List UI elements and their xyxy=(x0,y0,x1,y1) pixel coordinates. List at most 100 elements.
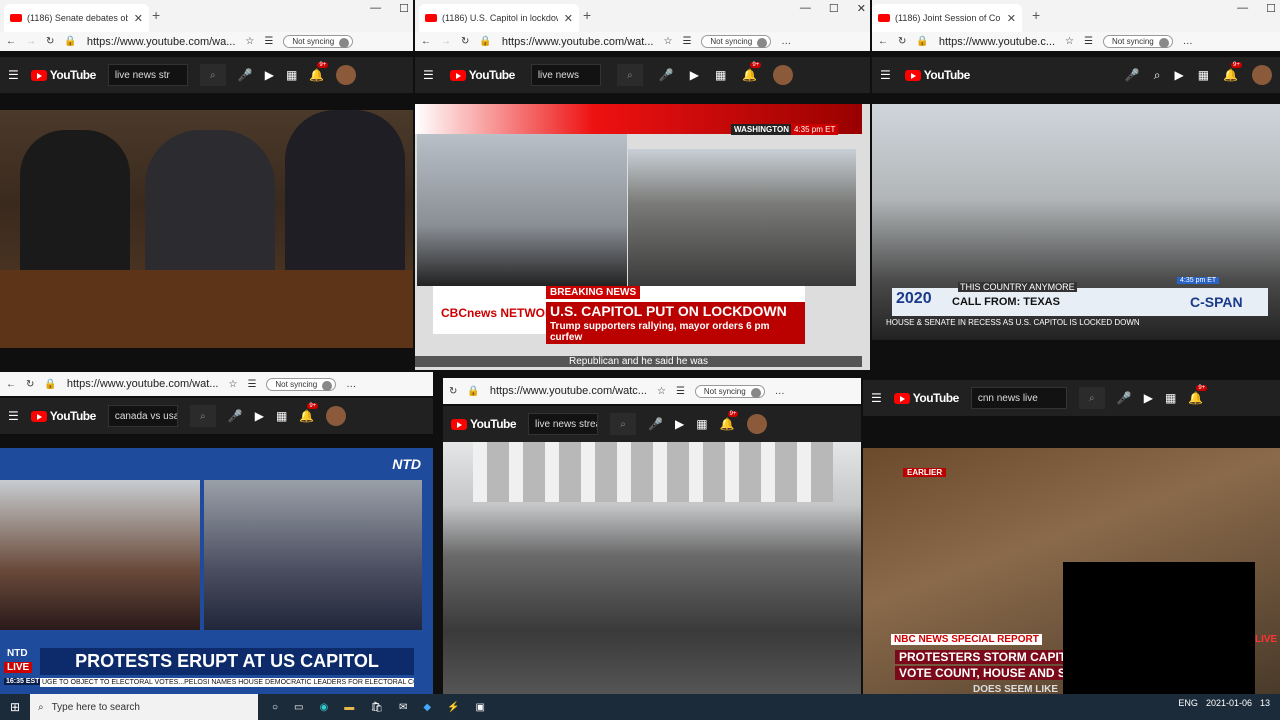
create-video-icon[interactable]: ▶ xyxy=(690,68,699,82)
sync-button[interactable]: Not syncing xyxy=(266,377,337,391)
menu-icon[interactable]: ☰ xyxy=(423,68,434,82)
url-field[interactable]: https://www.youtube.com/wat... xyxy=(67,378,219,390)
menu-icon[interactable]: ☰ xyxy=(8,68,19,82)
notifications-icon[interactable]: 🔔 9+ xyxy=(1223,62,1242,82)
menu-icon[interactable]: ☰ xyxy=(880,68,891,82)
youtube-logo[interactable]: YouTube xyxy=(30,68,96,82)
back-icon[interactable]: ← xyxy=(421,36,431,47)
more-icon[interactable]: … xyxy=(781,36,791,47)
notifications-icon[interactable]: 🔔 9+ xyxy=(309,62,329,82)
video-nbc[interactable]: EARLIER NBC NEWS SPECIAL REPORT PROTESTE… xyxy=(863,448,1280,694)
url-field[interactable]: https://www.youtube.com/wat... xyxy=(502,36,654,48)
new-tab-button[interactable]: + xyxy=(152,7,160,23)
mic-icon[interactable]: 🎤 xyxy=(228,409,243,423)
back-icon[interactable]: ← xyxy=(6,36,16,47)
favorites-icon[interactable]: ☰ xyxy=(1084,36,1093,47)
mic-icon[interactable]: 🎤 xyxy=(659,68,674,82)
minimize-icon[interactable]: — xyxy=(800,2,811,15)
mic-icon[interactable]: 🎤 xyxy=(1125,68,1140,82)
apps-grid-icon[interactable]: ▦ xyxy=(1198,68,1209,82)
search-input[interactable]: live news xyxy=(530,64,601,86)
task-view-icon[interactable]: ▭ xyxy=(294,702,303,713)
favorites-icon[interactable]: ☰ xyxy=(676,386,685,397)
favorite-star-icon[interactable]: ☆ xyxy=(228,379,237,390)
youtube-logo[interactable]: YouTube xyxy=(893,391,959,405)
sync-button[interactable]: Not syncing xyxy=(694,384,765,398)
notifications-icon[interactable]: 🔔 9+ xyxy=(1188,385,1208,405)
avatar[interactable] xyxy=(773,65,794,85)
search-icon[interactable]: ⌕ xyxy=(610,413,637,435)
youtube-logo[interactable]: YouTube xyxy=(449,68,515,82)
windows-start-icon[interactable]: ⊞ xyxy=(10,700,20,714)
tab-capitol-lockdown[interactable]: (1186) U.S. Capitol in lockdown ... ✕ xyxy=(419,4,579,32)
youtube-logo[interactable]: YouTube xyxy=(30,409,96,423)
favorites-icon[interactable]: ☰ xyxy=(264,36,273,47)
cortana-icon[interactable]: ○ xyxy=(272,702,278,713)
favorites-icon[interactable]: ☰ xyxy=(247,379,256,390)
apps-grid-icon[interactable]: ▦ xyxy=(696,417,707,431)
youtube-logo[interactable]: YouTube xyxy=(904,68,970,82)
video-ntd[interactable]: NTD NTD LIVE PROTESTS ERUPT AT US CAPITO… xyxy=(0,448,433,694)
search-icon[interactable]: ⌕ xyxy=(1154,68,1161,83)
sync-button[interactable]: Not syncing xyxy=(283,35,354,48)
minimize-icon[interactable]: — xyxy=(1237,2,1248,15)
dropbox-icon[interactable]: ◆ xyxy=(423,702,431,713)
search-input[interactable]: canada vs usa xyxy=(107,405,178,427)
notification-count[interactable]: 13 xyxy=(1260,698,1270,708)
favorite-star-icon[interactable]: ☆ xyxy=(1065,36,1074,47)
file-explorer-icon[interactable]: ▬ xyxy=(344,702,354,713)
url-field[interactable]: https://www.youtube.c... xyxy=(939,36,1055,48)
create-video-icon[interactable]: ▶ xyxy=(255,409,264,423)
close-tab-icon[interactable]: ✕ xyxy=(134,12,143,25)
favorite-star-icon[interactable]: ☆ xyxy=(663,36,672,47)
mail-icon[interactable]: ✉ xyxy=(399,702,407,713)
menu-icon[interactable]: ☰ xyxy=(8,409,19,423)
more-icon[interactable]: … xyxy=(1183,36,1193,47)
video-cspan[interactable]: 2020 THIS COUNTRY ANYMORE CALL FROM: TEX… xyxy=(872,104,1280,340)
youtube-logo[interactable]: YouTube xyxy=(451,417,517,431)
new-tab-button[interactable]: + xyxy=(583,7,591,23)
video-capitol-steps[interactable] xyxy=(443,442,861,694)
close-tab-icon[interactable]: ✕ xyxy=(564,12,573,25)
search-icon[interactable]: ⌕ xyxy=(199,64,226,86)
favorite-star-icon[interactable]: ☆ xyxy=(657,386,666,397)
sync-button[interactable]: Not syncing xyxy=(1102,35,1173,48)
taskbar-search[interactable]: ⌕ Type here to search xyxy=(30,694,258,720)
avatar[interactable] xyxy=(1252,65,1272,85)
avatar[interactable] xyxy=(336,65,357,85)
tab-joint-session[interactable]: (1186) Joint Session of Congres... ✕ xyxy=(872,4,1022,32)
create-video-icon[interactable]: ▶ xyxy=(1144,391,1153,405)
back-icon[interactable]: ← xyxy=(878,36,888,47)
refresh-icon[interactable]: ↻ xyxy=(449,386,457,397)
apps-grid-icon[interactable]: ▦ xyxy=(276,409,287,423)
back-icon[interactable]: ← xyxy=(6,379,16,390)
maximize-icon[interactable]: ☐ xyxy=(829,2,839,15)
create-video-icon[interactable]: ▶ xyxy=(675,417,684,431)
close-window-icon[interactable]: ✕ xyxy=(857,2,866,15)
search-icon[interactable]: ⌕ xyxy=(1078,387,1105,409)
more-icon[interactable]: … xyxy=(346,379,356,390)
edge-icon[interactable]: ◉ xyxy=(320,702,329,713)
search-input[interactable]: live news strea xyxy=(528,413,599,435)
close-tab-icon[interactable]: ✕ xyxy=(1007,12,1016,25)
refresh-icon[interactable]: ↻ xyxy=(46,36,54,47)
apps-grid-icon[interactable]: ▦ xyxy=(1165,391,1176,405)
mic-icon[interactable]: 🎤 xyxy=(1117,391,1132,405)
mic-icon[interactable]: 🎤 xyxy=(648,417,663,431)
search-input[interactable]: cnn news live xyxy=(970,387,1067,409)
refresh-icon[interactable]: ↻ xyxy=(898,36,906,47)
forward-icon[interactable]: → xyxy=(26,36,36,47)
avatar[interactable] xyxy=(746,414,767,434)
url-field[interactable]: https://www.youtube.com/wa... xyxy=(87,36,236,48)
new-tab-button[interactable]: + xyxy=(1032,7,1040,23)
language-indicator[interactable]: ENG xyxy=(1178,698,1198,708)
app-icon-2[interactable]: ▣ xyxy=(475,702,484,713)
video-cbc[interactable]: WASHINGTON 4:35 pm ET CBCnews NETWORK BR… xyxy=(415,104,870,370)
store-icon[interactable]: 🛍 xyxy=(370,702,383,713)
tab-senate[interactable]: (1186) Senate debates obje... ✕ xyxy=(4,4,149,32)
search-input[interactable]: live news str xyxy=(107,64,188,86)
mic-icon[interactable]: 🎤 xyxy=(238,68,253,82)
sync-button[interactable]: Not syncing xyxy=(701,35,772,48)
search-icon[interactable]: ⌕ xyxy=(189,405,216,427)
app-icon[interactable]: ⚡ xyxy=(447,702,459,713)
